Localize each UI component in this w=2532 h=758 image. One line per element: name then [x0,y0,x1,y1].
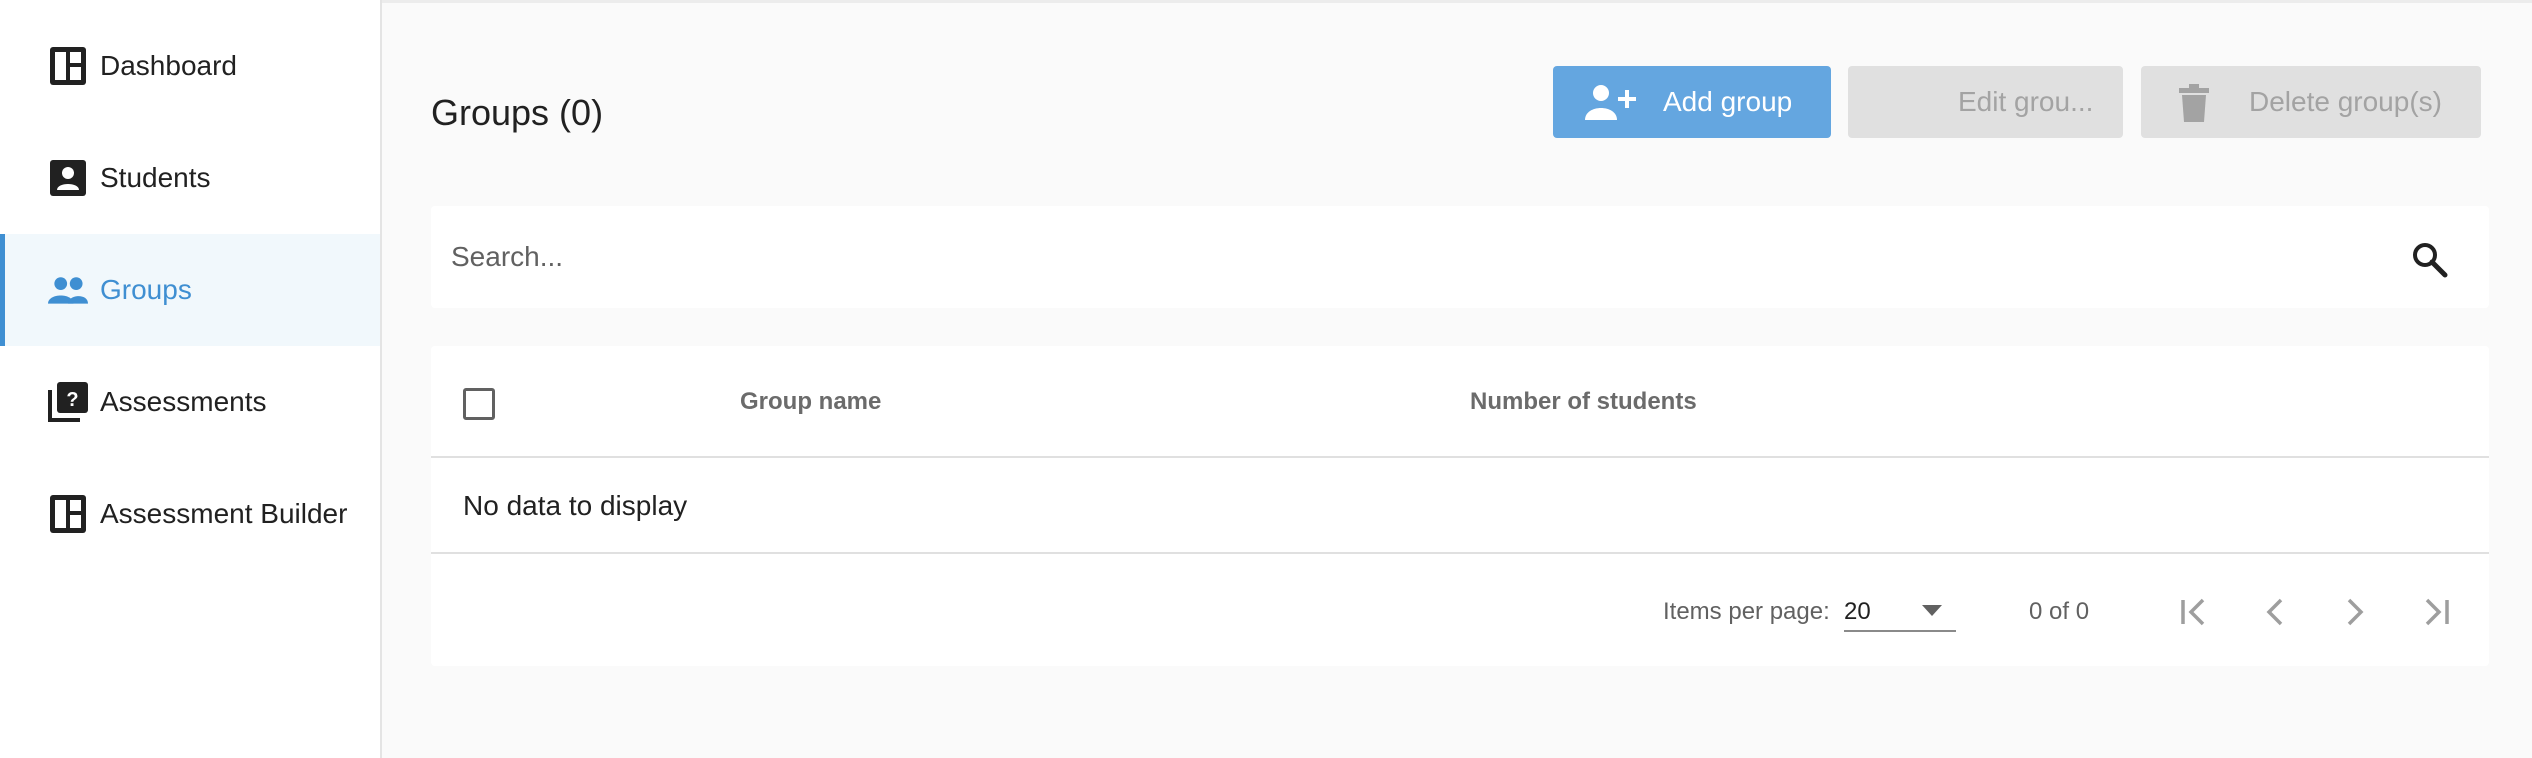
select-all-checkbox[interactable] [463,388,495,420]
page-title: Groups (0) [431,92,604,133]
add-group-button[interactable]: Add group [1553,66,1831,138]
next-page-icon[interactable] [2335,592,2375,632]
last-page-icon[interactable] [2415,592,2455,632]
sidebar-item-dashboard[interactable]: Dashboard [0,10,380,122]
groups-table: Group name Number of students No data to… [431,346,2489,666]
svg-text:?: ? [66,389,78,411]
table-header-row: Group name Number of students [431,346,2489,458]
sidebar-item-assessments[interactable]: ? Assessments [0,346,380,458]
edit-group-button[interactable]: Edit grou... [1848,66,2123,138]
dashboard-icon [48,46,88,86]
items-per-page-label: Items per page: [1663,598,1830,625]
dropdown-arrow-icon [1922,604,1942,616]
paginator: Items per page: 20 0 of 0 [431,554,2489,666]
search-box [431,206,2489,308]
page-range-label: 0 of 0 [2029,598,2090,625]
items-per-page-select[interactable]: 20 [1844,588,1956,632]
sidebar-item-groups[interactable]: Groups [0,234,380,346]
search-input[interactable] [451,232,2351,282]
sidebar: Dashboard Students Groups ? Assessments … [0,0,382,758]
sidebar-item-label: Groups [100,274,192,305]
search-icon[interactable] [2410,240,2450,280]
sidebar-item-label: Students [100,162,211,193]
sidebar-item-assessment-builder[interactable]: Assessment Builder [0,458,380,570]
top-divider [382,0,2532,3]
items-per-page-value: 20 [1844,598,1871,625]
edit-group-label: Edit grou... [1958,86,2094,117]
dashboard-icon [48,494,88,534]
previous-page-icon[interactable] [2255,592,2295,632]
trash-icon [2179,84,2209,122]
sidebar-item-students[interactable]: Students [0,122,380,234]
column-header-group-name[interactable]: Group name [740,388,881,416]
add-group-label: Add group [1663,86,1793,117]
student-badge-icon [48,158,88,198]
sidebar-item-label: Assessment Builder [100,498,348,529]
sidebar-item-label: Assessments [100,386,267,417]
delete-groups-button[interactable]: Delete group(s) [2141,66,2481,138]
people-icon [48,270,88,310]
delete-groups-label: Delete group(s) [2249,86,2442,117]
empty-state-message: No data to display [463,490,688,521]
add-person-icon [1581,84,1637,120]
table-row: No data to display [431,458,2489,554]
quiz-icon: ? [48,382,88,422]
sidebar-item-label: Dashboard [100,50,237,81]
app-root: Dashboard Students Groups ? Assessments … [0,0,2532,758]
first-page-icon[interactable] [2175,592,2215,632]
column-header-number-of-students[interactable]: Number of students [1470,388,1697,416]
